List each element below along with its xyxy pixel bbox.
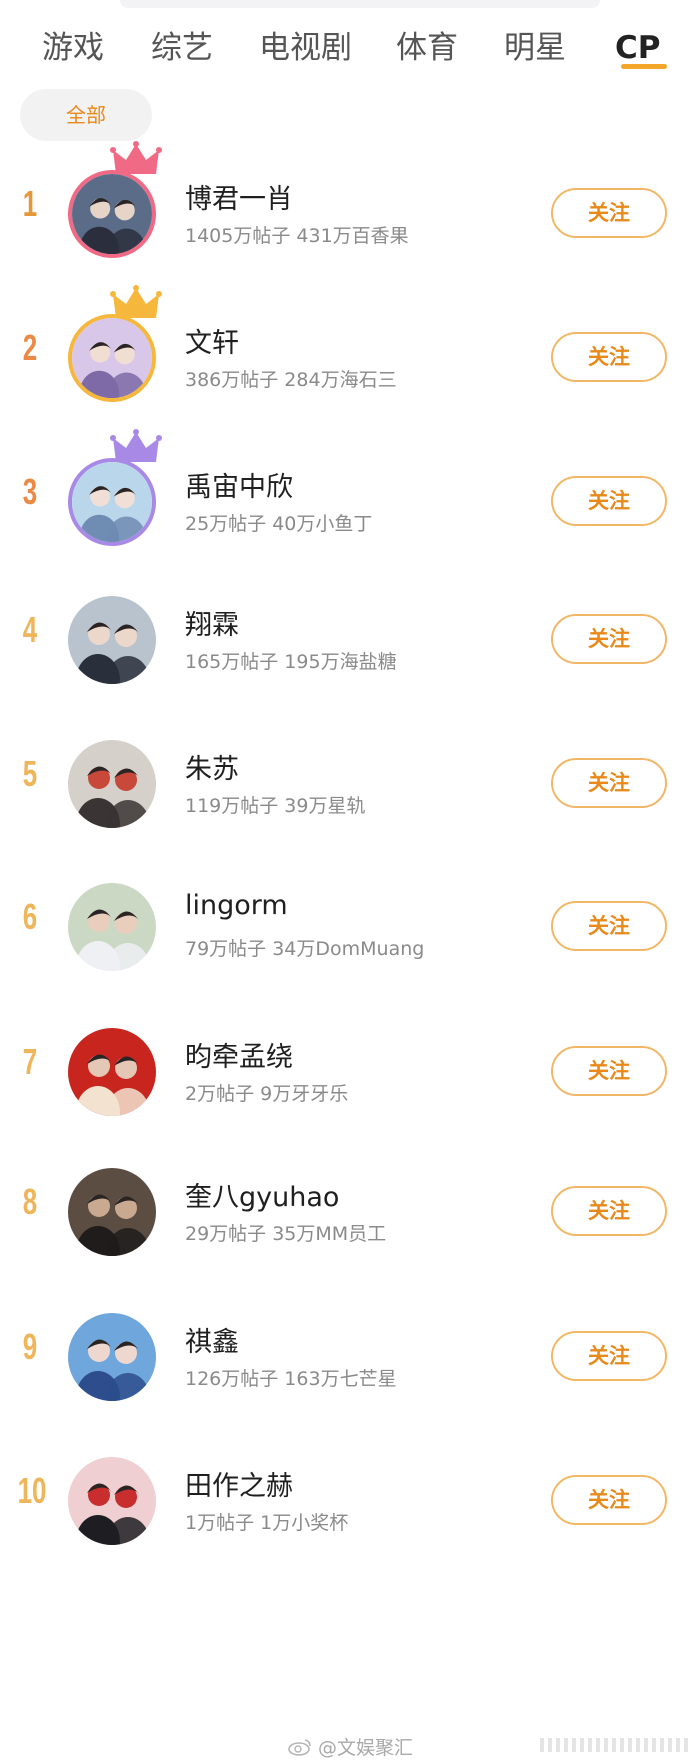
rank-number: 8 bbox=[22, 1181, 38, 1222]
avatar[interactable] bbox=[68, 1313, 156, 1401]
avatar[interactable] bbox=[68, 458, 156, 546]
rank-number: 7 bbox=[22, 1041, 38, 1082]
cp-photo-avatar bbox=[68, 1457, 156, 1545]
avatar[interactable] bbox=[68, 1168, 156, 1256]
cp-name[interactable]: lingorm bbox=[185, 890, 288, 921]
crown-purple-icon bbox=[110, 428, 162, 468]
cp-name[interactable]: 田作之赫 bbox=[185, 1464, 293, 1503]
cp-name[interactable]: 奎八gyuhao bbox=[185, 1175, 339, 1214]
weibo-logo-icon bbox=[288, 1738, 312, 1756]
crown-gold-icon bbox=[110, 284, 162, 324]
follow-button[interactable]: 关注 bbox=[551, 1186, 667, 1236]
avatar[interactable] bbox=[68, 170, 156, 258]
avatar-container[interactable] bbox=[68, 596, 156, 684]
avatar[interactable] bbox=[68, 314, 156, 402]
list-item[interactable]: 10 田作之赫 1万帖子 1万小奖杯 关注 bbox=[0, 1440, 690, 1560]
rank-number: 2 bbox=[22, 327, 38, 368]
cp-name[interactable]: 翔霖 bbox=[185, 603, 239, 642]
avatar-container[interactable] bbox=[68, 429, 162, 546]
follow-button[interactable]: 关注 bbox=[551, 1475, 667, 1525]
top-divider bbox=[120, 0, 600, 8]
cp-photo-avatar bbox=[68, 1028, 156, 1116]
cp-stats: 29万帖子 35万MM员工 bbox=[185, 1223, 387, 1245]
tab-stars[interactable]: 明星 bbox=[504, 26, 566, 70]
avatar-container[interactable] bbox=[68, 141, 162, 258]
cp-name[interactable]: 博君一肖 bbox=[185, 177, 293, 216]
crown-red-icon bbox=[110, 140, 162, 180]
avatar-container[interactable] bbox=[68, 1313, 156, 1401]
tab-tv-series[interactable]: 电视剧 bbox=[259, 26, 352, 70]
cp-photo-avatar bbox=[68, 596, 156, 684]
page-edge-texture bbox=[540, 1738, 690, 1752]
cp-photo-avatar bbox=[68, 740, 156, 828]
rank-number: 4 bbox=[22, 609, 38, 650]
follow-button[interactable]: 关注 bbox=[551, 332, 667, 382]
rank-number: 6 bbox=[22, 896, 38, 937]
cp-name[interactable]: 朱苏 bbox=[185, 747, 239, 786]
cp-stats: 119万帖子 39万星轨 bbox=[185, 795, 366, 817]
rank-number: 1 bbox=[22, 183, 38, 224]
cp-stats: 1405万帖子 431万百香果 bbox=[185, 225, 409, 247]
rank-number: 10 bbox=[17, 1470, 47, 1511]
follow-button[interactable]: 关注 bbox=[551, 614, 667, 664]
list-item[interactable]: 7 昀牵孟绕 2万帖子 9万牙牙乐 关注 bbox=[0, 1011, 690, 1131]
follow-button[interactable]: 关注 bbox=[551, 1331, 667, 1381]
cp-photo-avatar bbox=[72, 318, 152, 398]
avatar[interactable] bbox=[68, 1457, 156, 1545]
cp-name[interactable]: 禹宙中欣 bbox=[185, 465, 293, 504]
active-tab-indicator bbox=[621, 64, 667, 69]
cp-photo-avatar bbox=[72, 174, 152, 254]
follow-button[interactable]: 关注 bbox=[551, 1046, 667, 1096]
list-item[interactable]: 6 lingorm 79万帖子 34万DomMuang 关注 bbox=[0, 866, 690, 986]
avatar-container[interactable] bbox=[68, 1168, 156, 1256]
avatar[interactable] bbox=[68, 596, 156, 684]
tab-games[interactable]: 游戏 bbox=[42, 26, 104, 70]
avatar-container[interactable] bbox=[68, 285, 162, 402]
cp-stats: 2万帖子 9万牙牙乐 bbox=[185, 1083, 349, 1105]
cp-stats: 25万帖子 40万小鱼丁 bbox=[185, 513, 373, 535]
follow-button[interactable]: 关注 bbox=[551, 188, 667, 238]
avatar[interactable] bbox=[68, 740, 156, 828]
list-item[interactable]: 4 翔霖 165万帖子 195万海盐糖 关注 bbox=[0, 579, 690, 699]
avatar[interactable] bbox=[68, 883, 156, 971]
tab-variety[interactable]: 综艺 bbox=[151, 26, 213, 70]
follow-button[interactable]: 关注 bbox=[551, 476, 667, 526]
cp-photo-avatar bbox=[68, 1313, 156, 1401]
list-item[interactable]: 5 朱苏 119万帖子 39万星轨 关注 bbox=[0, 723, 690, 843]
list-item[interactable]: 3 禹宙中欣 25万帖子 40万小鱼丁 关注 bbox=[0, 429, 690, 561]
cp-name[interactable]: 昀牵孟绕 bbox=[185, 1035, 293, 1074]
cp-stats: 386万帖子 284万海石三 bbox=[185, 369, 397, 391]
watermark: @文娱聚汇 bbox=[288, 1733, 413, 1760]
tab-sports[interactable]: 体育 bbox=[396, 26, 458, 70]
list-item[interactable]: 9 祺鑫 126万帖子 163万七芒星 关注 bbox=[0, 1296, 690, 1416]
filter-all-button[interactable]: 全部 bbox=[20, 89, 152, 141]
category-tabs: 游戏 综艺 电视剧 体育 明星 CP bbox=[0, 26, 690, 76]
avatar[interactable] bbox=[68, 1028, 156, 1116]
follow-button[interactable]: 关注 bbox=[551, 758, 667, 808]
rank-number: 9 bbox=[22, 1326, 38, 1367]
avatar-container[interactable] bbox=[68, 740, 156, 828]
cp-photo-avatar bbox=[72, 462, 152, 542]
list-item[interactable]: 2 文轩 386万帖子 284万海石三 关注 bbox=[0, 285, 690, 417]
follow-button[interactable]: 关注 bbox=[551, 901, 667, 951]
cp-stats: 165万帖子 195万海盐糖 bbox=[185, 651, 397, 673]
cp-stats: 1万帖子 1万小奖杯 bbox=[185, 1512, 349, 1534]
avatar-container[interactable] bbox=[68, 1457, 156, 1545]
cp-photo-avatar bbox=[68, 1168, 156, 1256]
cp-photo-avatar bbox=[68, 883, 156, 971]
cp-name[interactable]: 祺鑫 bbox=[185, 1320, 239, 1359]
cp-stats: 126万帖子 163万七芒星 bbox=[185, 1368, 397, 1390]
watermark-text: @文娱聚汇 bbox=[318, 1737, 414, 1759]
rank-number: 3 bbox=[22, 471, 38, 512]
rank-number: 5 bbox=[22, 753, 38, 794]
avatar-container[interactable] bbox=[68, 883, 156, 971]
list-item[interactable]: 1 博君一肖 1405万帖子 431万百香果 关注 bbox=[0, 141, 690, 273]
list-item[interactable]: 8 奎八gyuhao 29万帖子 35万MM员工 关注 bbox=[0, 1151, 690, 1271]
cp-name[interactable]: 文轩 bbox=[185, 321, 239, 360]
cp-stats: 79万帖子 34万DomMuang bbox=[185, 938, 425, 960]
avatar-container[interactable] bbox=[68, 1028, 156, 1116]
